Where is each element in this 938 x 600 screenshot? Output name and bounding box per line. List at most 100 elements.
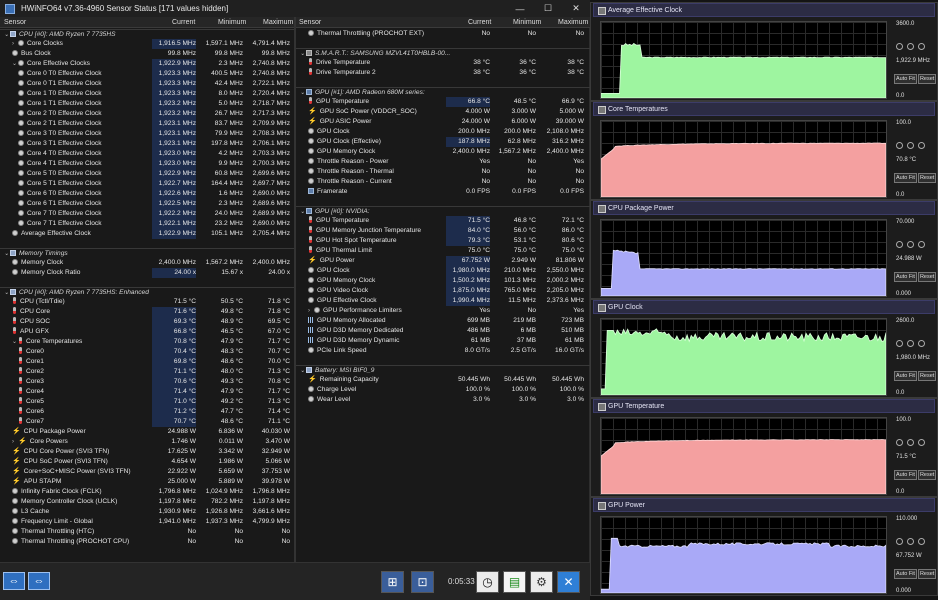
option-circle-icon[interactable] (907, 538, 914, 545)
option-circle-icon[interactable] (907, 439, 914, 446)
graph-panel[interactable]: GPU Temperature 100.0 71.5 °C Auto Fit R… (590, 398, 938, 497)
monitor-icon[interactable]: ⊡ (411, 571, 434, 593)
graph-panel[interactable]: CPU Package Power 70.000 24.988 W Auto F… (590, 200, 938, 299)
sensor-row[interactable]: Wear Level 3.0 % 3.0 % 3.0 % (296, 395, 590, 405)
sensor-row[interactable]: Core 1 T0 Effective Clock 1,923.3 MHz 8.0 … (0, 89, 294, 99)
graph-panel[interactable]: Core Temperatures 100.0 70.8 °C Auto Fit… (590, 101, 938, 200)
sensor-row[interactable]: Charge Level 100.0 % 100.0 % 100.0 % (296, 385, 590, 395)
sensor-row[interactable]: GPU Clock 1,980.0 MHz 210.0 MHz 2,550.0 MHz (296, 266, 590, 276)
sensor-row[interactable]: Core7 70.7 °C 48.6 °C 71.1 °C (0, 417, 294, 427)
header-maximum[interactable]: Maximum (558, 19, 588, 26)
sensor-row[interactable]: Average Effective Clock 1,922.9 MHz 105.1 … (0, 229, 294, 239)
graph-title[interactable]: GPU Temperature (593, 399, 935, 413)
option-circle-icon[interactable] (896, 43, 903, 50)
sensor-list-left[interactable]: ⌄ CPU [#0]: AMD Ryzen 7 7735HS › Core Clock… (0, 28, 294, 562)
option-circle-icon[interactable] (907, 142, 914, 149)
sensor-row[interactable]: APU GFX 66.8 °C 46.5 °C 67.0 °C (0, 327, 294, 337)
sensor-row[interactable]: Core 6 T1 Effective Clock 1,922.5 MHz 2.3 … (0, 199, 294, 209)
sensor-group-header[interactable]: ⌄ S.M.A.R.T.: SAMSUNG MZVL41T0HBLB-00... (296, 48, 590, 58)
sensor-row[interactable]: ⌄ Core Temperatures 70.8 °C 47.9 °C 71.7 °C (0, 337, 294, 347)
graph-title[interactable]: GPU Clock (593, 300, 935, 314)
title-bar[interactable]: HWiNFO64 v7.36-4960 Sensor Status [171 v… (0, 0, 590, 17)
sensor-row[interactable]: GPU Memory Clock 2,400.0 MHz 1,567.2 MHz 2,… (296, 147, 590, 157)
close-button[interactable]: ✕ (562, 0, 590, 17)
sensor-row[interactable]: GPU Video Clock 1,875.0 MHz 765.0 MHz 2,205… (296, 286, 590, 296)
option-circle-icon[interactable] (896, 439, 903, 446)
sensor-row[interactable]: Thermal Throttling (PROCHOT CPU) No No No (0, 537, 294, 547)
sensor-row[interactable]: Memory Controller Clock (UCLK) 1,197.8 MH… (0, 497, 294, 507)
sensor-row[interactable]: ⚡ CPU SoC Power (SVI3 TFN) 4.654 W 1.986 W 5… (0, 457, 294, 467)
sensor-row[interactable]: ⚡ CPU Core Power (SVI3 TFN) 17.625 W 3.342 … (0, 447, 294, 457)
sensor-row[interactable]: GPU Memory Junction Temperature 84.0 °C 56… (296, 226, 590, 236)
sensor-row[interactable]: Core 2 T1 Effective Clock 1,923.1 MHz 83.7… (0, 119, 294, 129)
clock-icon[interactable]: ◷ (476, 571, 499, 593)
sensor-row[interactable]: Throttle Reason - Current No No No (296, 177, 590, 187)
graph-title[interactable]: Average Effective Clock (593, 3, 935, 17)
sensor-group-header[interactable]: ⌄ CPU [#0]: AMD Ryzen 7 7735HS: Enhanced (0, 287, 294, 297)
option-circle-icon[interactable] (907, 43, 914, 50)
expand-chevron-icon[interactable]: › (308, 306, 314, 316)
autofit-button[interactable]: Auto Fit (894, 74, 917, 84)
sensor-row[interactable]: Throttle Reason - Power Yes No Yes (296, 157, 590, 167)
collapse-chevron-icon[interactable]: ⌄ (12, 59, 18, 69)
sensor-row[interactable]: Core 0 T0 Effective Clock 1,923.3 MHz 400.… (0, 69, 294, 79)
sensor-row[interactable]: ⚡ GPU SoC Power (VDDCR_SOC) 4.000 W 3.000 W… (296, 107, 590, 117)
sensor-row[interactable]: › ⚡ Core Powers 1.746 W 0.011 W 3.470 W (0, 437, 294, 447)
graph-panel[interactable]: Average Effective Clock 3600.0 1,922.9 M… (590, 2, 938, 101)
sensor-row[interactable]: › Core Clocks 1,916.5 MHz 1,597.1 MHz 4,791.… (0, 39, 294, 49)
sensor-row[interactable]: Core5 71.0 °C 49.2 °C 71.3 °C (0, 397, 294, 407)
sensor-row[interactable]: Core 3 T0 Effective Clock 1,923.1 MHz 79.9… (0, 129, 294, 139)
option-circle-icon[interactable] (896, 241, 903, 248)
sensor-row[interactable]: GPU Clock (Effective) 187.8 MHz 62.8 MHz 31… (296, 137, 590, 147)
option-circle-icon[interactable] (907, 340, 914, 347)
sensor-row[interactable]: Core 4 T0 Effective Clock 1,923.0 MHz 4.2 … (0, 149, 294, 159)
sensor-row[interactable]: Core 1 T1 Effective Clock 1,923.2 MHz 5.0 … (0, 99, 294, 109)
sensor-row[interactable]: Core 0 T1 Effective Clock 1,923.3 MHz 42.4… (0, 79, 294, 89)
reset-button[interactable]: Reset (917, 173, 937, 183)
sensor-row[interactable]: GPU Thermal Limit 75.0 °C 75.0 °C 75.0 °C (296, 246, 590, 256)
option-circle-icon[interactable] (918, 439, 925, 446)
sensor-row[interactable]: CPU SOC 69.3 °C 48.9 °C 69.5 °C (0, 317, 294, 327)
close-x-icon[interactable]: ✕ (557, 571, 580, 593)
sensor-row[interactable]: Core 7 T1 Effective Clock 1,922.1 MHz 23.2… (0, 219, 294, 229)
option-circle-icon[interactable] (918, 538, 925, 545)
sensor-row[interactable]: Infinity Fabric Clock (FCLK) 1,796.8 MHz 1… (0, 487, 294, 497)
option-circle-icon[interactable] (896, 340, 903, 347)
sensor-row[interactable]: ⚡ Core+SoC+MISC Power (SVI3 TFN) 22.922 W 5… (0, 467, 294, 477)
reset-button[interactable]: Reset (917, 569, 937, 579)
option-circle-icon[interactable] (918, 340, 925, 347)
sensor-group-header[interactable]: ⌄ CPU [#0]: AMD Ryzen 7 7735HS (0, 29, 294, 39)
sensor-row[interactable]: Core3 70.6 °C 49.3 °C 70.8 °C (0, 377, 294, 387)
sensor-row[interactable]: Core 7 T0 Effective Clock 1,922.2 MHz 24.0… (0, 209, 294, 219)
expand-chevron-icon[interactable]: › (12, 39, 18, 49)
collapse-chevron-icon[interactable]: ⌄ (12, 337, 18, 347)
sensor-row[interactable]: Core1 69.8 °C 48.6 °C 70.0 °C (0, 357, 294, 367)
sensor-row[interactable]: Thermal Throttling (PROCHOT EXT) No No No (296, 29, 590, 39)
header-sensor[interactable]: Sensor (4, 19, 26, 26)
navigate-right-button[interactable]: ⇔ (28, 572, 50, 590)
option-circle-icon[interactable] (918, 241, 925, 248)
header-minimum[interactable]: Minimum (218, 19, 246, 26)
sensor-row[interactable]: ⌄ Core Effective Clocks 1,922.9 MHz 2.3 MHz… (0, 59, 294, 69)
report-icon[interactable]: ▤ (503, 571, 526, 593)
sensor-row[interactable]: Core4 71.4 °C 47.9 °C 71.7 °C (0, 387, 294, 397)
sensor-row[interactable]: ⚡ Remaining Capacity 50.445 Wh 50.445 Wh 50.… (296, 375, 590, 385)
header-current[interactable]: Current (172, 19, 195, 26)
option-circle-icon[interactable] (896, 538, 903, 545)
sensor-row[interactable]: › GPU Performance Limiters Yes No Yes (296, 306, 590, 316)
sensor-row[interactable]: Memory Clock Ratio 24.00 x 15.67 x 24.00 x (0, 268, 294, 278)
sensor-row[interactable]: Memory Clock 2,400.0 MHz 1,567.2 MHz 2,400.… (0, 258, 294, 268)
autofit-button[interactable]: Auto Fit (894, 470, 917, 480)
graph-title[interactable]: GPU Power (593, 498, 935, 512)
sensor-row[interactable]: CPU Core 71.6 °C 49.8 °C 71.8 °C (0, 307, 294, 317)
autofit-button[interactable]: Auto Fit (894, 272, 917, 282)
sensor-row[interactable]: GPU Clock 200.0 MHz 200.0 MHz 2,108.0 MHz (296, 127, 590, 137)
graph-panel[interactable]: GPU Power 110.000 67.752 W Auto Fit Rese… (590, 497, 938, 596)
minimize-button[interactable]: — (506, 0, 534, 17)
sensor-row[interactable]: GPU Effective Clock 1,990.4 MHz 11.5 MHz 2,… (296, 296, 590, 306)
header-sensor[interactable]: Sensor (299, 19, 321, 26)
reset-button[interactable]: Reset (917, 371, 937, 381)
sensor-row[interactable]: GPU D3D Memory Dynamic 61 MB 37 MB 61 MB (296, 336, 590, 346)
sensor-row[interactable]: ⚡ GPU ASIC Power 24.000 W 6.000 W 39.000 W (296, 117, 590, 127)
sensor-row[interactable]: Frequency Limit - Global 1,941.0 MHz 1,937… (0, 517, 294, 527)
